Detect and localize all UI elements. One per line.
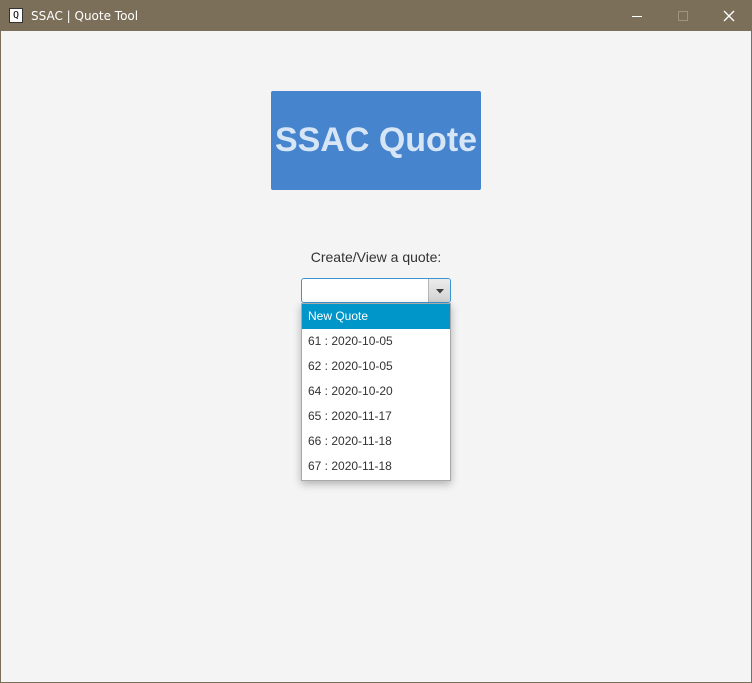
dropdown-item-quote-67[interactable]: 67 : 2020-11-18 — [302, 454, 450, 479]
dropdown-item-quote-62[interactable]: 62 : 2020-10-05 — [302, 354, 450, 379]
maximize-icon — [678, 11, 688, 21]
quote-combobox[interactable] — [301, 278, 451, 303]
maximize-button[interactable] — [660, 1, 706, 31]
dropdown-item-quote-66[interactable]: 66 : 2020-11-18 — [302, 429, 450, 454]
title-bar[interactable]: Q SSAC | Quote Tool — [1, 1, 751, 31]
logo-banner: SSAC Quote — [271, 91, 481, 190]
app-icon: Q — [9, 8, 23, 23]
dropdown-item-new-quote[interactable]: New Quote — [302, 304, 450, 329]
combobox-arrow-button[interactable] — [428, 279, 450, 302]
window-title: SSAC | Quote Tool — [31, 9, 139, 23]
logo-text: SSAC Quote — [274, 121, 478, 159]
close-icon — [723, 10, 735, 22]
quote-selector-label: Create/View a quote: — [310, 249, 442, 265]
dropdown-item-quote-64[interactable]: 64 : 2020-10-20 — [302, 379, 450, 404]
close-button[interactable] — [706, 1, 751, 31]
minimize-button[interactable] — [614, 1, 660, 31]
chevron-down-icon — [436, 289, 444, 294]
quote-dropdown-list: New Quote 61 : 2020-10-05 62 : 2020-10-0… — [301, 303, 451, 481]
app-window: Q SSAC | Quote Tool SSAC Quote Create/Vi… — [0, 0, 752, 683]
dropdown-item-quote-65[interactable]: 65 : 2020-11-17 — [302, 404, 450, 429]
dropdown-item-quote-61[interactable]: 61 : 2020-10-05 — [302, 329, 450, 354]
minimize-icon — [632, 16, 642, 17]
